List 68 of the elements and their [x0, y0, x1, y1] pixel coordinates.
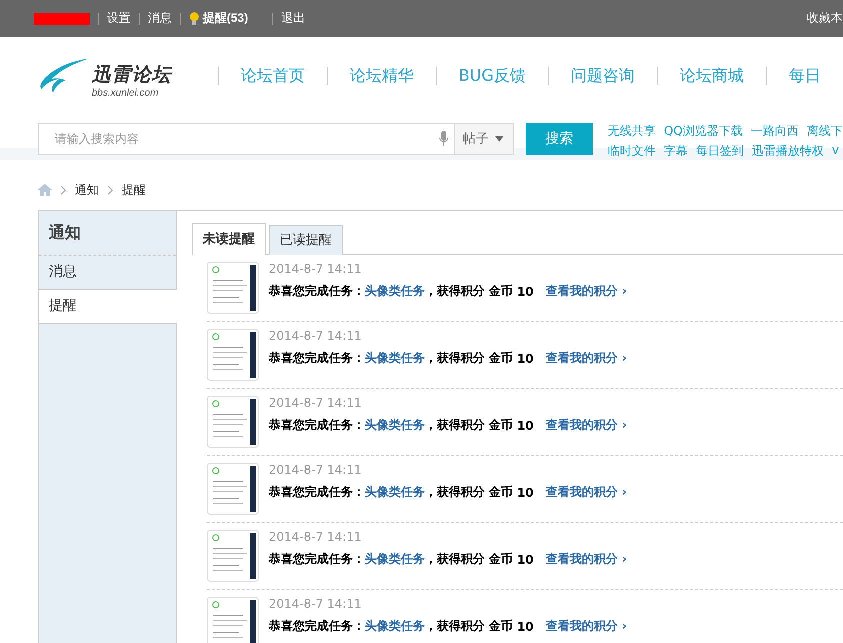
- screenshot-thumbnail: [207, 396, 259, 448]
- quick-link[interactable]: QQ浏览器下载: [664, 123, 743, 140]
- lightbulb-icon: [189, 12, 200, 26]
- chevron-icon: [108, 186, 113, 194]
- breadcrumb-link[interactable]: 通知: [75, 182, 99, 198]
- view-points-link[interactable]: 查看我的积分 ›: [546, 551, 628, 568]
- task-link[interactable]: 头像类任务: [365, 283, 425, 300]
- notice-time: 2014-8-7 14:11: [269, 463, 363, 477]
- bookmark-link[interactable]: 收藏本: [807, 10, 843, 27]
- view-points-link[interactable]: 查看我的积分 ›: [546, 417, 628, 434]
- tab[interactable]: 未读提醒: [192, 223, 266, 255]
- breadcrumb-link[interactable]: 提醒: [122, 182, 146, 198]
- quick-link[interactable]: 无线共享: [608, 123, 656, 140]
- home-icon[interactable]: [38, 184, 52, 196]
- screenshot-thumbnail: [207, 329, 259, 381]
- notice-text: 恭喜您完成任务：: [269, 283, 365, 300]
- tab[interactable]: 已读提醒: [269, 225, 343, 255]
- reminders-link[interactable]: 提醒(53): [189, 10, 248, 27]
- logo-subtitle: bbs.xunlei.com: [92, 88, 160, 98]
- chevron-icon: [61, 186, 66, 194]
- notice-time: 2014-8-7 14:11: [269, 329, 363, 343]
- notice-text: ，获得积分 金币: [425, 551, 514, 568]
- top-link[interactable]: 消息: [148, 10, 172, 27]
- task-link[interactable]: 头像类任务: [365, 350, 425, 367]
- view-points-link[interactable]: 查看我的积分 ›: [546, 618, 628, 635]
- coin-amount: 10: [517, 352, 534, 366]
- coin-amount: 10: [517, 418, 534, 432]
- coin-amount: 10: [517, 486, 534, 500]
- view-points-link[interactable]: 查看我的积分 ›: [546, 350, 628, 367]
- notice-time: 2014-8-7 14:11: [269, 396, 363, 410]
- notice-text: 恭喜您完成任务：: [269, 350, 365, 367]
- notice-text: 恭喜您完成任务：: [269, 551, 365, 568]
- quick-link[interactable]: 一路向西: [751, 123, 799, 140]
- screenshot-thumbnail: [207, 530, 259, 582]
- task-link[interactable]: 头像类任务: [365, 551, 425, 568]
- task-link[interactable]: 头像类任务: [365, 484, 425, 501]
- notice-text: ，获得积分 金币: [425, 283, 514, 300]
- notice-text: 恭喜您完成任务：: [269, 618, 365, 635]
- quick-link[interactable]: 离线下: [807, 123, 843, 140]
- notice-text: ，获得积分 金币: [425, 417, 514, 434]
- logo-title: 迅雷论坛: [92, 62, 172, 88]
- top-link[interactable]: 退出: [281, 10, 306, 27]
- coin-amount: 10: [517, 552, 534, 566]
- screenshot-thumbnail: [207, 262, 259, 314]
- redacted-username: [34, 12, 90, 24]
- notice-text: ，获得积分 金币: [425, 484, 514, 501]
- caret-icon: [495, 136, 504, 142]
- notice-text: 恭喜您完成任务：: [269, 417, 365, 434]
- search-field[interactable]: 请输入搜索内容 帖子: [38, 123, 514, 155]
- notice-text: 恭喜您完成任务：: [269, 484, 365, 501]
- top-link[interactable]: 设置: [107, 10, 131, 27]
- notice-time: 2014-8-7 14:11: [269, 597, 363, 611]
- scope-dropdown[interactable]: 帖子: [454, 124, 513, 154]
- microphone-icon[interactable]: [438, 131, 449, 147]
- coin-amount: 10: [517, 284, 534, 298]
- task-link[interactable]: 头像类任务: [365, 417, 425, 434]
- notice-text: ，获得积分 金币: [425, 350, 514, 367]
- notice-text: ，获得积分 金币: [425, 618, 514, 635]
- notice-time: 2014-8-7 14:11: [269, 530, 363, 544]
- screenshot-thumbnail: [207, 463, 259, 515]
- sidebar-item[interactable]: 提醒: [39, 290, 177, 324]
- notice-time: 2014-8-7 14:11: [269, 262, 363, 276]
- view-points-link[interactable]: 查看我的积分 ›: [546, 283, 628, 300]
- screenshot-thumbnail: [207, 597, 259, 643]
- task-link[interactable]: 头像类任务: [365, 618, 425, 635]
- coin-amount: 10: [517, 620, 534, 634]
- search-button[interactable]: 搜索: [526, 123, 594, 155]
- view-points-link[interactable]: 查看我的积分 ›: [546, 484, 628, 501]
